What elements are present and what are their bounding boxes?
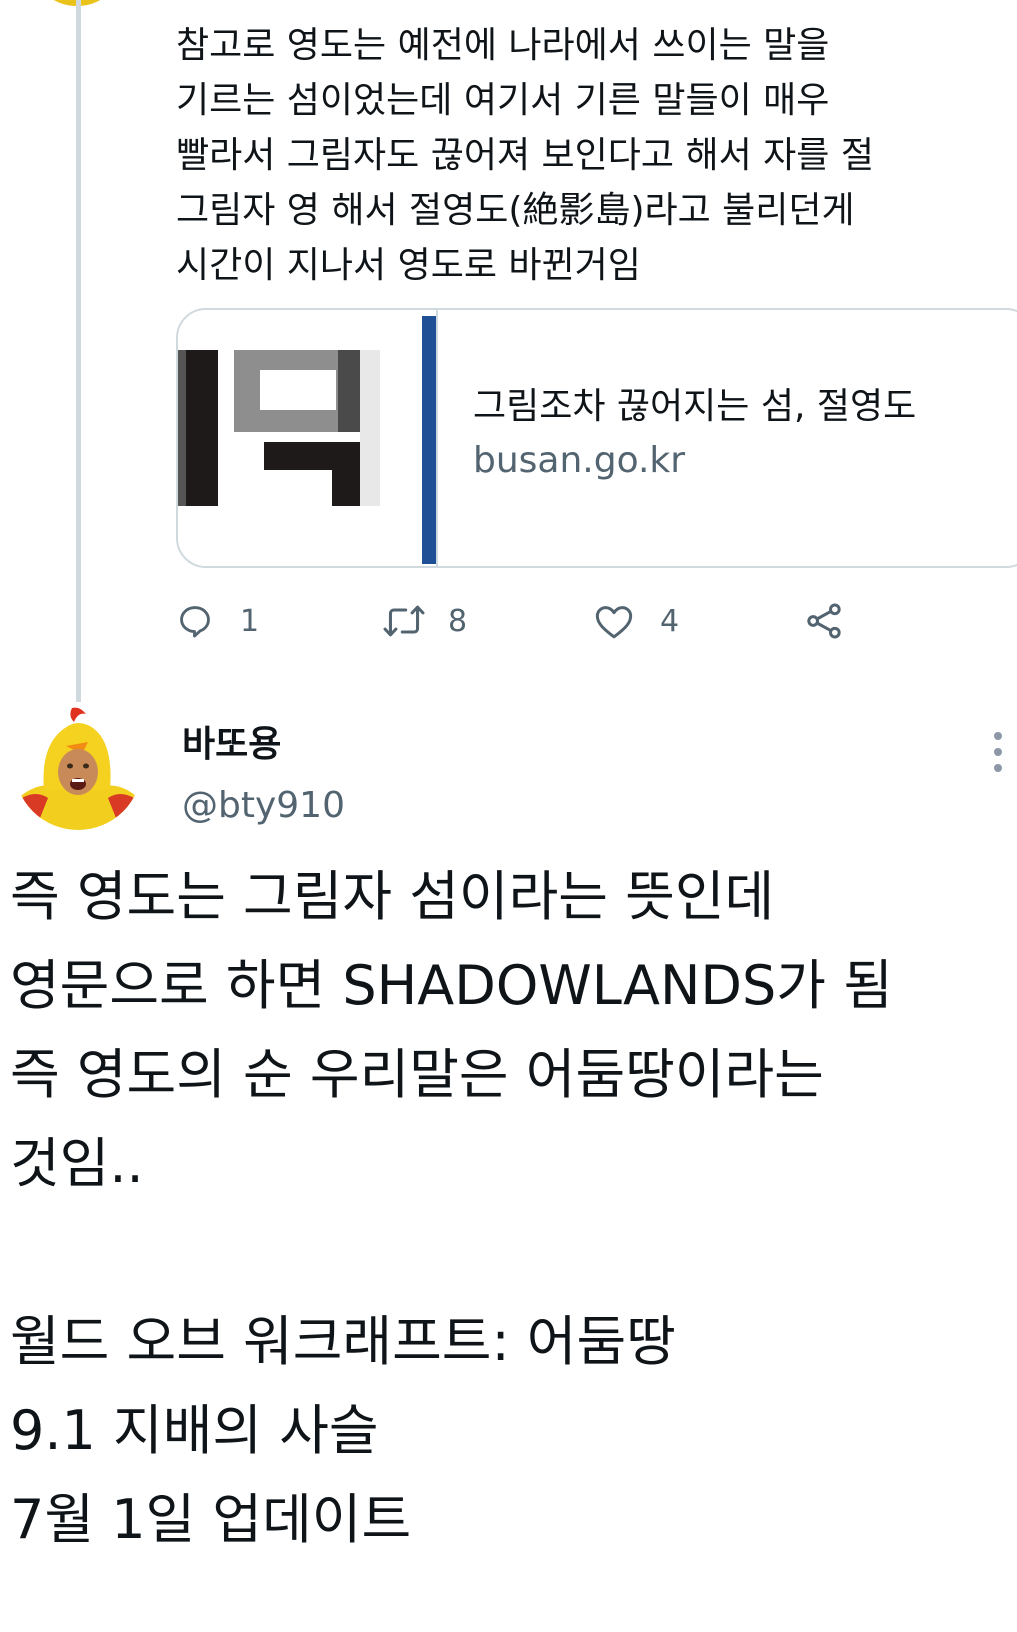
- link-preview-card[interactable]: 그림조차 끊어지는 섬, 절영도 busan.go.kr: [176, 308, 1017, 568]
- retweet-count: 8: [448, 603, 468, 639]
- heart-icon: [594, 602, 634, 640]
- reply-count: 1: [240, 603, 260, 639]
- like-count: 4: [660, 603, 680, 639]
- tweet-text: 즉 영도는 그림자 섬이라는 뜻인데 영문으로 하면 SHADOWLANDS가 …: [10, 865, 893, 1551]
- tweet-actions-bar: 1 8 4: [176, 596, 896, 646]
- share-button[interactable]: [804, 596, 844, 646]
- link-domain: busan.go.kr: [473, 440, 686, 481]
- more-options-button[interactable]: [988, 728, 1008, 778]
- chicken-costume-avatar-icon: [14, 702, 142, 830]
- vertical-dots-icon: [988, 732, 1008, 782]
- reply-button[interactable]: 1: [176, 596, 259, 646]
- link-title[interactable]: 그림조차 끊어지는 섬, 절영도: [473, 382, 1014, 432]
- avatar[interactable]: [14, 702, 142, 830]
- reply-context-text: 참고로 영도는 예전에 나라에서 쓰이는 말을 기르는 섬이었는데 여기서 기른…: [176, 25, 874, 286]
- thumbnail-accent-bar: [422, 316, 436, 564]
- retweet-button[interactable]: 8: [382, 596, 467, 646]
- thread-connector-line: [76, 0, 81, 702]
- speech-bubble-icon: [176, 602, 214, 640]
- link-preview-thumbnail: [178, 310, 438, 566]
- share-icon: [804, 601, 844, 641]
- like-button[interactable]: 4: [594, 596, 679, 646]
- author-handle[interactable]: @bty910: [182, 785, 345, 826]
- retweet-arrows-icon: [382, 602, 426, 640]
- author-name[interactable]: 바또용: [182, 715, 281, 767]
